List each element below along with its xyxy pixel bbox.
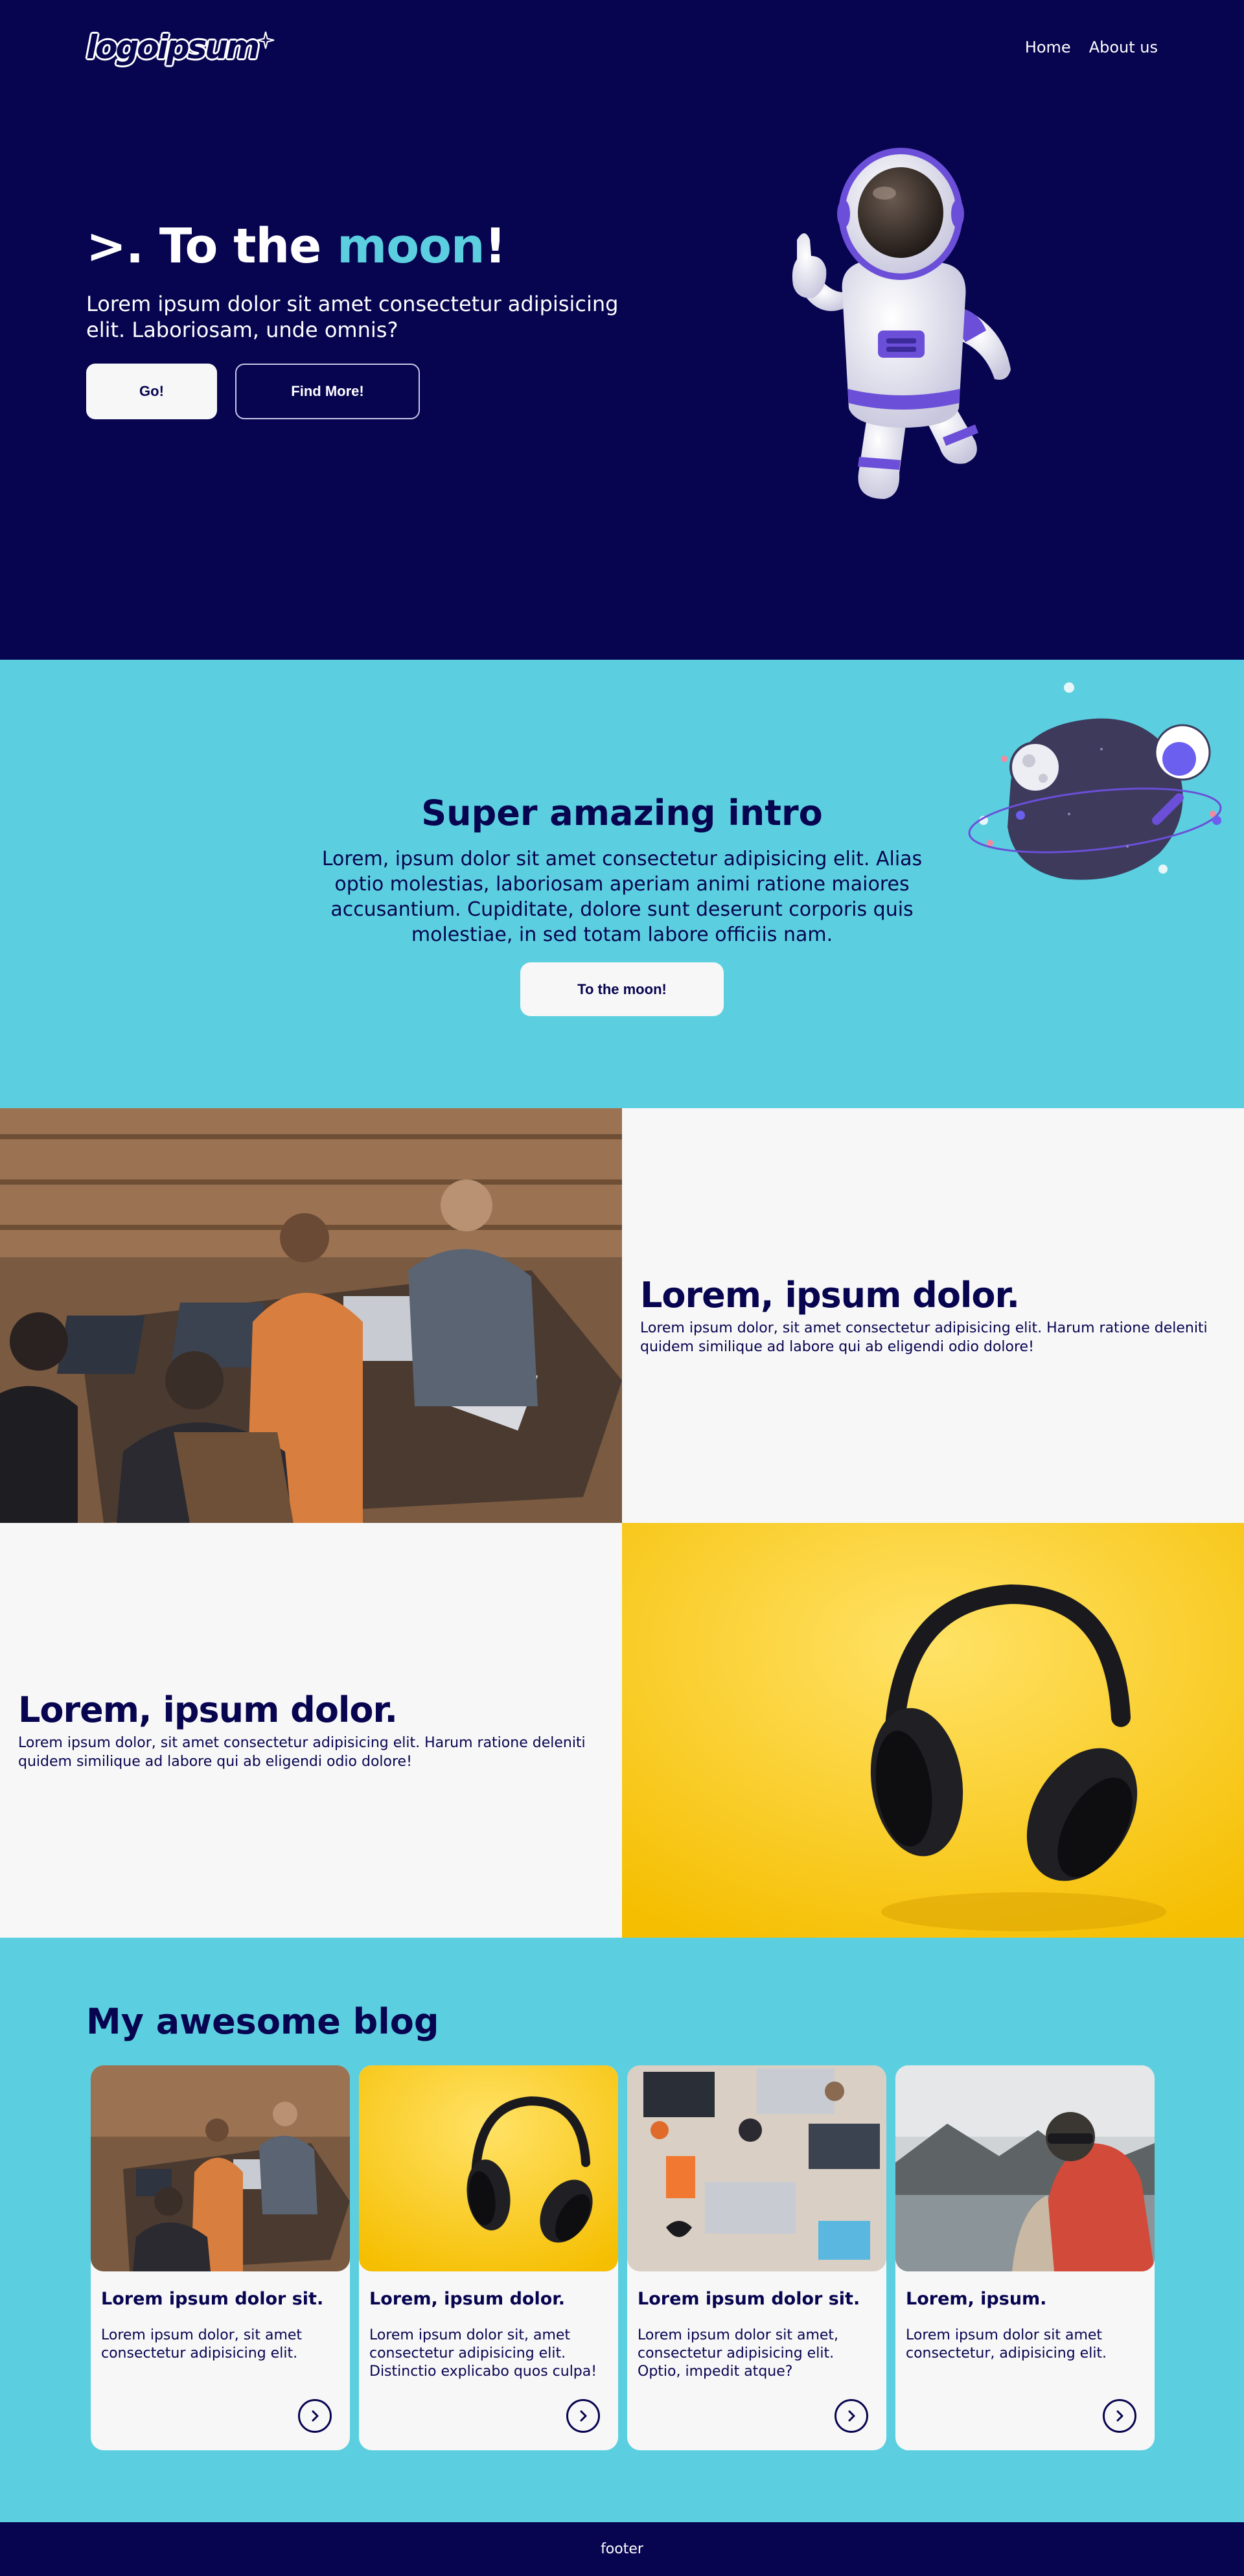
chevron-right-circle-icon[interactable] xyxy=(566,2399,600,2433)
feature-title-2: Lorem, ipsum dolor. xyxy=(18,1689,398,1730)
chevron-right-circle-icon[interactable] xyxy=(298,2399,332,2433)
blog-title: My awesome blog xyxy=(86,2001,439,2042)
blog-card-text: Lorem ipsum dolor sit, amet consectetur … xyxy=(369,2327,597,2380)
blog-card-text: Lorem ipsum dolor sit amet consectetur, … xyxy=(906,2327,1107,2362)
blog-card-text: Lorem ipsum dolor sit amet, consectetur … xyxy=(638,2327,839,2380)
sparkle-icon xyxy=(257,31,275,49)
hero-buttons: Go! Find More! xyxy=(86,364,643,420)
chevron-right-circle-icon[interactable] xyxy=(1103,2399,1136,2433)
page-footer: footer xyxy=(0,2522,1244,2576)
blog-card-image xyxy=(895,2065,1155,2271)
nav-link-home[interactable]: Home xyxy=(1025,38,1071,56)
nav-links: Home About us xyxy=(1025,38,1158,56)
blog-card[interactable]: Lorem ipsum dolor sit. Lorem ipsum dolor… xyxy=(627,2065,886,2450)
blog-card-title: Lorem, ipsum dolor. xyxy=(369,2289,565,2309)
team-photo xyxy=(0,1108,622,1523)
logo-text: logoipsum xyxy=(86,29,260,66)
hero-content: >. To the moon! Lorem ipsum dolor sit am… xyxy=(86,220,643,420)
planet-illustration xyxy=(968,682,1222,880)
site-logo[interactable]: logoipsum xyxy=(86,29,275,66)
to-the-moon-button[interactable]: To the moon! xyxy=(520,962,724,1016)
hero-section: logoipsum Home About us >. To the moon! … xyxy=(0,0,1244,660)
go-button[interactable]: Go! xyxy=(86,364,217,420)
blog-card-title: Lorem, ipsum. xyxy=(906,2289,1047,2309)
feature-text-1: Lorem, ipsum dolor. Lorem ipsum dolor, s… xyxy=(622,1108,1244,1523)
footer-text: footer xyxy=(601,2541,643,2557)
feature-description-1: Lorem ipsum dolor, sit amet consectetur … xyxy=(640,1319,1208,1355)
blog-section: My awesome blog Lorem ipsum dolor sit. L… xyxy=(0,1938,1244,2522)
blog-card-image xyxy=(627,2065,886,2271)
blog-card-text: Lorem ipsum dolor, sit amet consectetur … xyxy=(101,2327,303,2362)
feature-text-2: Lorem, ipsum dolor. Lorem ipsum dolor, s… xyxy=(0,1523,622,1938)
blog-card-title: Lorem ipsum dolor sit. xyxy=(638,2289,860,2309)
blog-card[interactable]: Lorem, ipsum. Lorem ipsum dolor sit amet… xyxy=(895,2065,1155,2450)
feature-section-1: Lorem, ipsum dolor. Lorem ipsum dolor, s… xyxy=(0,1108,1244,1523)
chevron-right-circle-icon[interactable] xyxy=(835,2399,868,2433)
nav-link-about-us[interactable]: About us xyxy=(1089,38,1158,56)
hero-title-suffix: ! xyxy=(484,218,507,274)
astronaut-illustration xyxy=(792,148,1011,499)
hero-subtitle: Lorem ipsum dolor sit amet consectetur a… xyxy=(86,292,619,343)
feature-section-2: Lorem, ipsum dolor. Lorem ipsum dolor, s… xyxy=(0,1523,1244,1938)
blog-card[interactable]: Lorem ipsum dolor sit. Lorem ipsum dolor… xyxy=(91,2065,350,2450)
intro-text: Lorem, ipsum dolor sit amet consectetur … xyxy=(321,848,923,946)
hero-title: >. To the moon! xyxy=(86,220,643,273)
find-more-button[interactable]: Find More! xyxy=(235,364,420,420)
intro-section: Super amazing intro Lorem, ipsum dolor s… xyxy=(0,660,1244,1108)
hero-title-accent: moon xyxy=(337,218,485,274)
intro-title: Super amazing intro xyxy=(421,793,823,833)
blog-card-title: Lorem ipsum dolor sit. xyxy=(101,2289,324,2309)
blog-cards: Lorem ipsum dolor sit. Lorem ipsum dolor… xyxy=(91,2065,1155,2450)
hero-title-prefix: >. To the xyxy=(86,218,338,274)
top-navigation: logoipsum Home About us xyxy=(86,25,1158,70)
blog-card-image xyxy=(359,2065,618,2271)
feature-title-1: Lorem, ipsum dolor. xyxy=(640,1274,1020,1316)
headphones-photo xyxy=(622,1523,1244,1938)
blog-card[interactable]: Lorem, ipsum dolor. Lorem ipsum dolor si… xyxy=(359,2065,618,2450)
blog-card-image xyxy=(91,2065,350,2271)
feature-description-2: Lorem ipsum dolor, sit amet consectetur … xyxy=(18,1734,586,1770)
